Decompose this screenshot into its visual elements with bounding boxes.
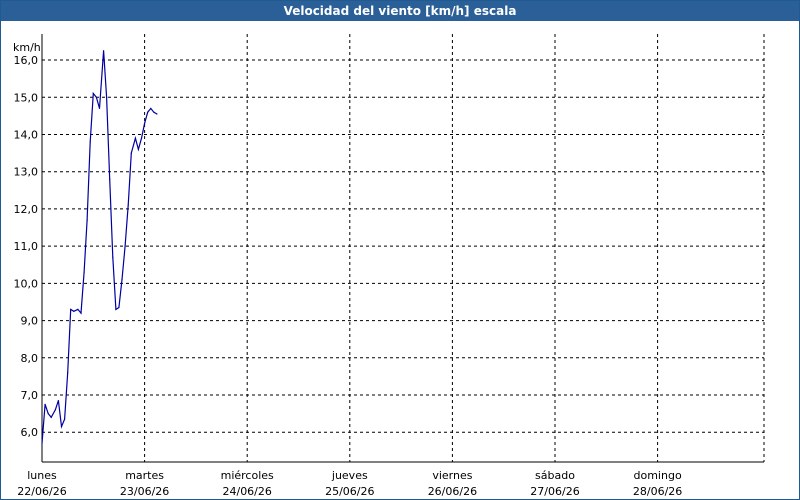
y-tick-label: 8,0 — [21, 352, 39, 365]
data-point — [106, 96, 108, 98]
data-point — [130, 152, 132, 154]
data-point — [54, 409, 56, 411]
data-point — [80, 312, 82, 314]
data-point — [109, 178, 111, 180]
data-point — [124, 245, 126, 247]
y-tick-label: 11,0 — [14, 240, 39, 253]
data-point — [83, 271, 85, 273]
y-tick-label: 6,0 — [21, 426, 39, 439]
x-tick-date: 28/06/26 — [633, 485, 682, 498]
data-point — [86, 219, 88, 221]
y-tick-label: 9,0 — [21, 315, 39, 328]
x-tick-day: viernes — [432, 469, 472, 482]
chart-window: Velocidad del viento [km/h] escala km/h … — [0, 0, 800, 500]
data-point — [63, 418, 66, 420]
x-tick-day: miércoles — [221, 469, 274, 482]
data-point — [57, 399, 60, 402]
x-tick-day: jueves — [331, 469, 368, 482]
data-point — [77, 308, 79, 311]
series-line — [41, 50, 158, 444]
data-point — [137, 148, 140, 150]
x-tick-date: 23/06/26 — [120, 485, 169, 498]
x-tick-day: lunes — [27, 469, 57, 482]
data-point — [95, 96, 97, 98]
data-point — [67, 372, 69, 374]
y-tick-label: 13,0 — [14, 166, 39, 179]
y-axis-label: km/h — [13, 41, 41, 54]
y-tick-label: 14,0 — [14, 128, 39, 141]
x-ticks: lunes 22/06/26 martes 23/06/26 miércoles 24/0… — [17, 469, 682, 498]
series-group — [41, 50, 158, 444]
y-tick-label: 7,0 — [21, 389, 39, 402]
data-point — [127, 204, 129, 206]
chart-svg: km/h 6,0 7,0 8,0 9,0 10,0 11,0 12,0 13,0 14,0 15,… — [13, 34, 765, 498]
data-point — [41, 442, 43, 444]
x-tick-date: 27/06/26 — [530, 485, 579, 498]
data-point — [115, 308, 117, 311]
data-point — [102, 50, 105, 52]
x-tick-day: martes — [125, 469, 164, 482]
data-point — [153, 111, 155, 113]
x-tick-date: 24/06/26 — [222, 485, 271, 498]
grid — [42, 34, 765, 462]
x-tick-date: 22/06/26 — [17, 485, 66, 498]
data-point — [60, 426, 63, 428]
y-tick-label: 15,0 — [14, 91, 39, 104]
data-point — [92, 92, 94, 95]
x-tick-day: domingo — [634, 469, 682, 482]
x-tick-date: 25/06/26 — [325, 485, 374, 498]
data-point — [121, 279, 123, 281]
y-tick-label: 12,0 — [14, 203, 39, 216]
y-tick-label: 10,0 — [14, 277, 39, 290]
data-point — [44, 403, 46, 405]
data-point — [144, 122, 146, 124]
y-tick-label: 16,0 — [14, 54, 39, 67]
data-point — [118, 306, 120, 309]
x-tick-day: sábado — [535, 469, 575, 482]
data-point — [89, 141, 91, 143]
data-point — [50, 416, 52, 418]
data-point — [73, 310, 75, 312]
axes — [41, 34, 764, 463]
x-tick-date: 26/06/26 — [428, 485, 477, 498]
data-point — [134, 137, 136, 139]
data-point — [156, 113, 158, 115]
data-point — [150, 107, 152, 110]
data-point — [47, 413, 49, 415]
y-ticks: 6,0 7,0 8,0 9,0 10,0 11,0 12,0 13,0 14,0 15,0 16,0 — [14, 54, 39, 439]
data-point — [70, 308, 72, 311]
data-point — [147, 111, 149, 113]
data-point — [112, 256, 114, 258]
data-point — [98, 107, 101, 110]
data-point — [140, 137, 143, 139]
